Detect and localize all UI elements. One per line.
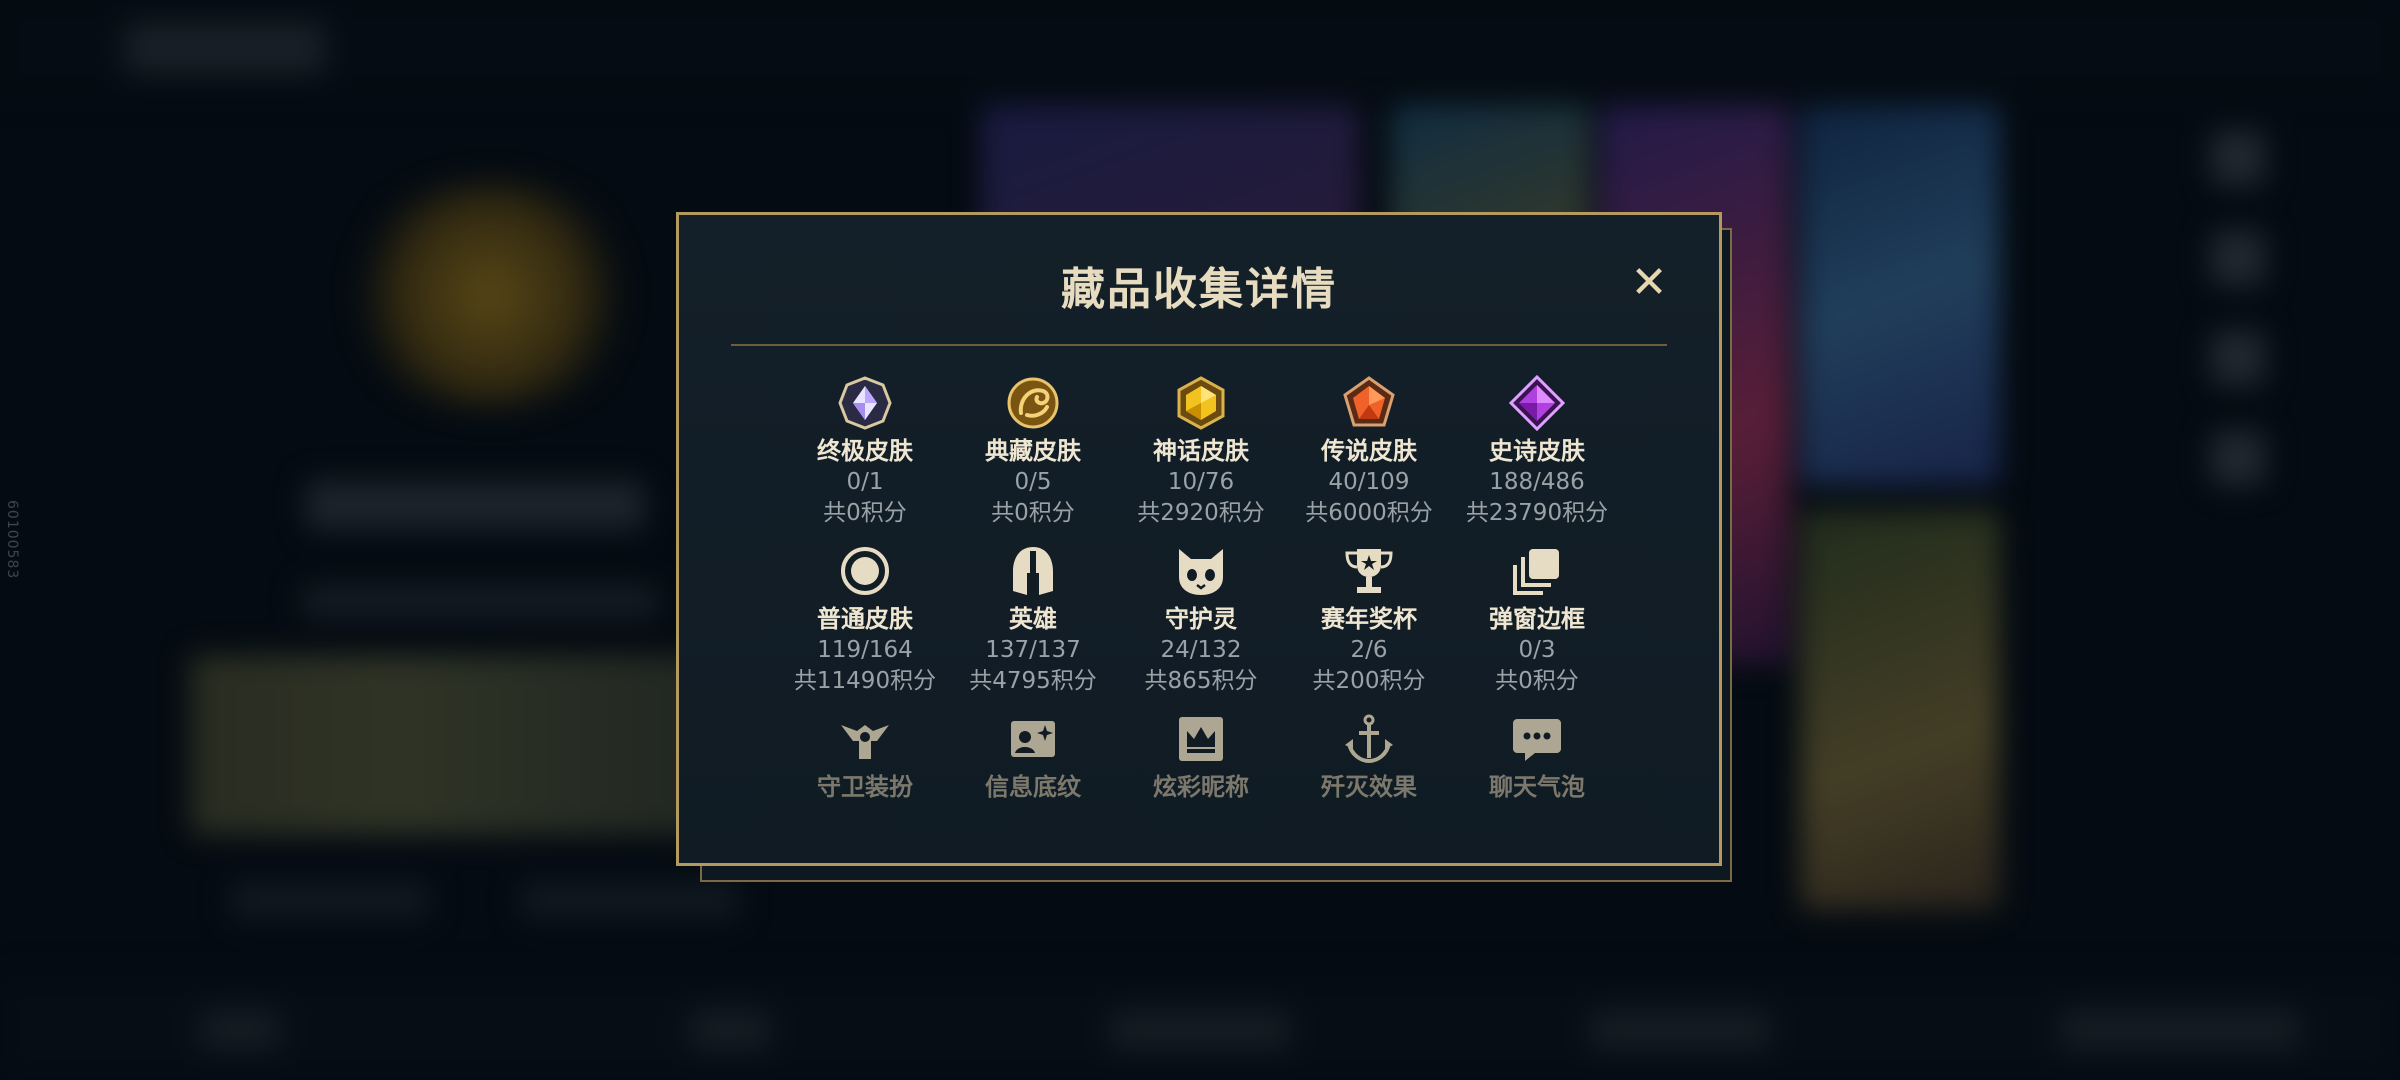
modal-title: 藏品收集详情 (1061, 264, 1337, 315)
title-divider (731, 344, 1667, 346)
collection-item-banner[interactable]: 信息底纹 (949, 711, 1117, 803)
collection-item-champion[interactable]: 英雄 137/137 共4795积分 (949, 543, 1117, 697)
close-button[interactable]: ✕ (1627, 261, 1671, 307)
champion-helmet-icon (1013, 547, 1053, 595)
collection-item-mythic[interactable]: 神话皮肤 10/76 共2920积分 (1117, 375, 1285, 529)
scroll-fade (739, 805, 1659, 845)
collection-item-legendary[interactable]: 传说皮肤 40/109 共6000积分 (1285, 375, 1453, 529)
chat-bubble-icon (1513, 719, 1561, 761)
crown-nameplate-icon (1179, 717, 1223, 761)
ward-creature-icon (1179, 549, 1223, 595)
prestige-dragon-icon (1007, 377, 1059, 429)
collection-item-ultimate[interactable]: 终极皮肤 0/1 共0积分 (781, 375, 949, 529)
collection-item-standard[interactable]: 普通皮肤 119/164 共11490积分 (781, 543, 949, 697)
side-code: 60100583 (4, 500, 20, 580)
collection-item-ward-creature[interactable]: 守护灵 24/132 共865积分 (1117, 543, 1285, 697)
collection-item-ward-skin[interactable]: 守卫装扮 (781, 711, 949, 803)
frame-stack-icon (1513, 549, 1559, 595)
collection-item-finisher[interactable]: 歼灭效果 (1285, 711, 1453, 803)
legendary-gem-icon (1343, 376, 1395, 427)
collection-item-nameplate[interactable]: 炫彩昵称 (1117, 711, 1285, 803)
collection-item-epic[interactable]: 史诗皮肤 188/486 共23790积分 (1453, 375, 1621, 529)
anchor-icon (1345, 714, 1393, 764)
banner-card-icon (1011, 721, 1055, 757)
epic-gem-icon (1509, 375, 1565, 431)
mythic-gem-icon (1177, 376, 1225, 430)
collection-details-modal: 藏品收集详情 ✕ 终极皮肤 0/1 共0积分 典藏皮肤 0/5 共0积分 神话皮… (676, 212, 1722, 866)
collection-item-chat-bubble[interactable]: 聊天气泡 (1453, 711, 1621, 803)
ultimate-gem-icon (838, 376, 892, 430)
collection-item-frame[interactable]: 弹窗边框 0/3 共0积分 (1453, 543, 1621, 697)
ward-skin-icon (841, 725, 889, 759)
collection-item-prestige[interactable]: 典藏皮肤 0/5 共0积分 (949, 375, 1117, 529)
trophy-icon (1345, 549, 1393, 593)
collection-item-trophy[interactable]: 赛年奖杯 2/6 共200积分 (1285, 543, 1453, 697)
standard-ring-icon (841, 547, 889, 595)
